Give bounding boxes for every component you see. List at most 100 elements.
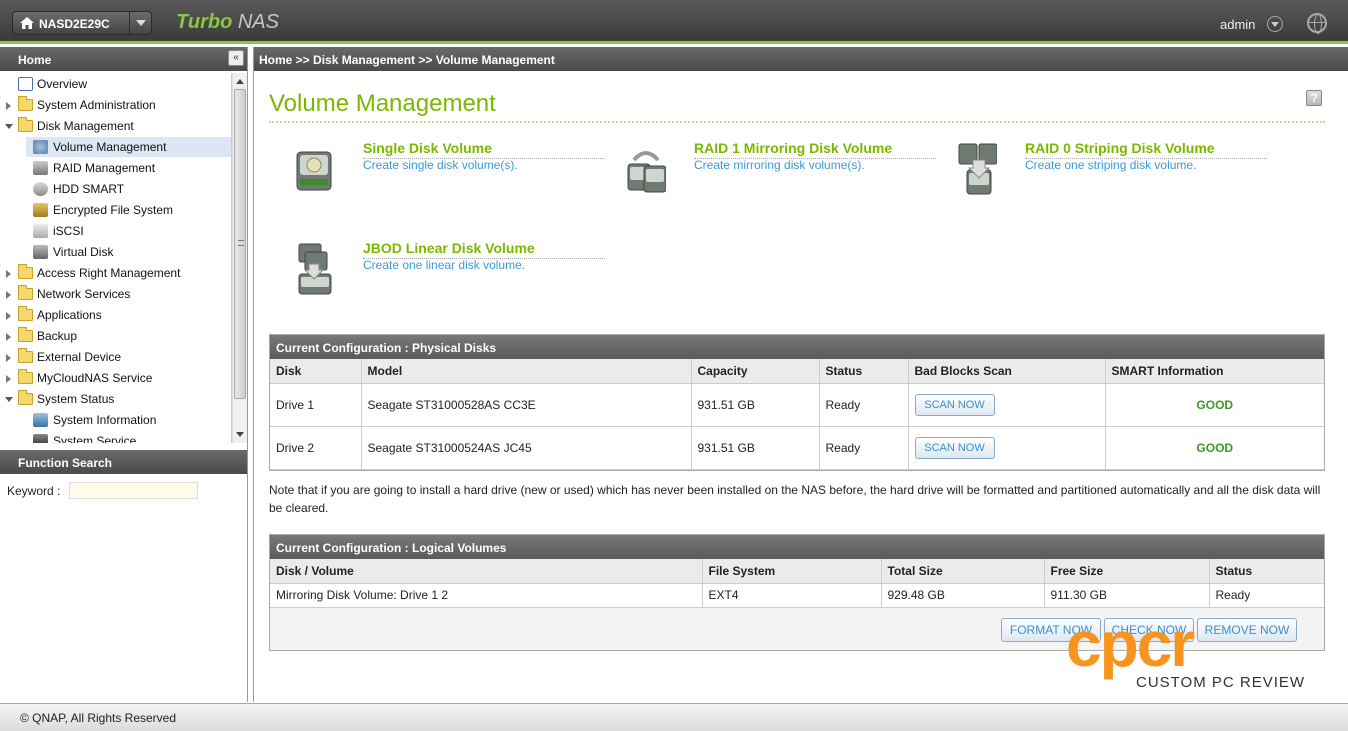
total-size-cell: 929.48 GB xyxy=(881,583,1045,608)
main-divider xyxy=(253,47,254,702)
system-service-icon xyxy=(33,434,48,443)
user-menu-button[interactable] xyxy=(1267,16,1283,32)
table-row[interactable]: Mirroring Disk Volume: Drive 1 2 EXT4 92… xyxy=(270,583,1324,608)
physical-disks-table: Disk Model Capacity Status Bad Blocks Sc… xyxy=(270,359,1324,470)
physical-disks-panel: Current Configuration : Physical Disks D… xyxy=(269,334,1325,471)
sidebar-item-network-services[interactable]: Network Services xyxy=(0,284,231,304)
folder-icon xyxy=(18,264,33,279)
sidebar-item-access-right-management[interactable]: Access Right Management xyxy=(0,263,231,283)
option-title[interactable]: Single Disk Volume xyxy=(363,140,492,156)
expand-arrow-icon[interactable] xyxy=(6,102,11,110)
option-description[interactable]: Create single disk volume(s). xyxy=(363,158,518,172)
device-dropdown-arrow[interactable] xyxy=(129,12,151,34)
option-description[interactable]: Create one linear disk volume. xyxy=(363,258,525,272)
column-header: Status xyxy=(1209,559,1324,584)
iscsi-icon xyxy=(33,224,48,238)
sidebar-item-mycloudnas-service[interactable]: MyCloudNAS Service xyxy=(0,368,231,388)
panel-title: Current Configuration : Logical Volumes xyxy=(270,535,1324,559)
help-icon[interactable]: ? xyxy=(1306,90,1322,106)
user-name[interactable]: admin xyxy=(1220,17,1255,32)
sidebar-item-encrypted-file-system[interactable]: Encrypted File System xyxy=(26,200,231,220)
table-row: Drive 2 Seagate ST31000524AS JC45 931.51… xyxy=(270,426,1324,470)
sidebar-item-raid-management[interactable]: RAID Management xyxy=(26,158,231,178)
status-cell: Ready xyxy=(819,383,909,427)
sidebar-item-system-status[interactable]: System Status xyxy=(0,389,231,409)
folder-open-icon xyxy=(18,390,33,405)
single-disk-volume-option[interactable]: Single Disk Volume Create single disk vo… xyxy=(285,140,605,210)
expand-arrow-icon[interactable] xyxy=(6,270,11,278)
sidebar-item-volume-management[interactable]: Volume Management xyxy=(26,137,231,157)
option-title[interactable]: JBOD Linear Disk Volume xyxy=(363,240,535,256)
column-header: Bad Blocks Scan xyxy=(908,359,1106,384)
overview-icon xyxy=(18,77,33,91)
table-header-row: Disk / Volume File System Total Size Fre… xyxy=(270,559,1324,584)
collapse-arrow-icon[interactable] xyxy=(5,397,13,402)
sidebar-collapse-button[interactable]: « xyxy=(228,50,244,66)
filesystem-cell: EXT4 xyxy=(702,583,882,608)
raid0-striping-volume-option[interactable]: RAID 0 Striping Disk Volume Create one s… xyxy=(947,140,1267,210)
scan-now-button[interactable]: SCAN NOW xyxy=(914,393,995,416)
option-title[interactable]: RAID 1 Mirroring Disk Volume xyxy=(694,140,892,156)
scan-cell: SCAN NOW xyxy=(908,383,1106,427)
footer-copyright: © QNAP, All Rights Reserved xyxy=(0,703,1348,731)
brand-logo: Turbo NAS xyxy=(176,11,279,33)
sidebar-item-disk-management[interactable]: Disk Management xyxy=(0,116,231,136)
smart-status[interactable]: GOOD xyxy=(1105,383,1324,427)
jbod-linear-volume-option[interactable]: JBOD Linear Disk Volume Create one linea… xyxy=(285,240,605,310)
scroll-down-arrow-icon[interactable] xyxy=(236,432,244,437)
mirroring-disk-icon xyxy=(627,151,666,193)
raid-icon xyxy=(33,161,48,175)
table-row: Drive 1 Seagate ST31000528AS CC3E 931.51… xyxy=(270,383,1324,427)
scroll-up-arrow-icon[interactable] xyxy=(236,79,244,84)
system-info-icon xyxy=(33,413,48,427)
sidebar-tree: Overview System Administration Disk Mana… xyxy=(0,73,232,443)
panel-title: Current Configuration : Physical Disks xyxy=(270,335,1324,359)
sidebar-item-virtual-disk[interactable]: Virtual Disk xyxy=(26,242,231,262)
expand-arrow-icon[interactable] xyxy=(6,354,11,362)
smart-icon xyxy=(33,182,48,196)
scroll-thumb[interactable] xyxy=(234,89,246,399)
expand-arrow-icon[interactable] xyxy=(6,375,11,383)
folder-open-icon xyxy=(18,117,33,132)
raid1-mirroring-volume-option[interactable]: RAID 1 Mirroring Disk Volume Create mirr… xyxy=(616,140,936,210)
expand-arrow-icon[interactable] xyxy=(6,333,11,341)
grip-icon xyxy=(238,240,244,246)
expand-arrow-icon[interactable] xyxy=(6,312,11,320)
sidebar-scrollbar[interactable] xyxy=(232,73,247,443)
folder-icon xyxy=(18,327,33,342)
disk-cell: Drive 2 xyxy=(270,426,362,470)
option-description[interactable]: Create one striping disk volume. xyxy=(1025,158,1196,172)
sidebar-item-external-device[interactable]: External Device xyxy=(0,347,231,367)
model-cell: Seagate ST31000528AS CC3E xyxy=(361,383,692,427)
capacity-cell: 931.51 GB xyxy=(691,426,820,470)
option-title[interactable]: RAID 0 Striping Disk Volume xyxy=(1025,140,1215,156)
sidebar-item-system-administration[interactable]: System Administration xyxy=(0,95,231,115)
page-title: Volume Management xyxy=(269,90,496,117)
scan-cell: SCAN NOW xyxy=(908,426,1106,470)
option-description[interactable]: Create mirroring disk volume(s). xyxy=(694,158,865,172)
sidebar-item-overview[interactable]: Overview xyxy=(0,74,231,94)
sidebar-item-backup[interactable]: Backup xyxy=(0,326,231,346)
expand-arrow-icon[interactable] xyxy=(6,291,11,299)
sidebar-item-applications[interactable]: Applications xyxy=(0,305,231,325)
column-header: File System xyxy=(702,559,882,584)
single-disk-icon xyxy=(296,151,332,191)
collapse-arrow-icon[interactable] xyxy=(5,124,13,129)
virtual-disk-icon xyxy=(33,245,48,259)
title-divider xyxy=(269,121,1325,123)
folder-icon xyxy=(18,369,33,384)
language-globe-icon[interactable] xyxy=(1307,13,1327,34)
volume-status-cell: Ready xyxy=(1209,583,1324,608)
scan-now-button[interactable]: SCAN NOW xyxy=(914,436,995,459)
sidebar-item-iscsi[interactable]: iSCSI xyxy=(26,221,231,241)
sidebar-item-system-service[interactable]: System Service xyxy=(26,431,231,443)
sidebar-item-system-information[interactable]: System Information xyxy=(26,410,231,430)
keyword-input[interactable] xyxy=(69,482,198,499)
column-header: Status xyxy=(819,359,909,384)
device-selector-button[interactable]: NASD2E29C xyxy=(12,11,152,35)
column-header: Disk xyxy=(270,359,362,384)
smart-status[interactable]: GOOD xyxy=(1105,426,1324,470)
table-header-row: Disk Model Capacity Status Bad Blocks Sc… xyxy=(270,359,1324,384)
sidebar-item-hdd-smart[interactable]: HDD SMART xyxy=(26,179,231,199)
watermark-caption: CUSTOM PC REVIEW xyxy=(1136,674,1306,691)
